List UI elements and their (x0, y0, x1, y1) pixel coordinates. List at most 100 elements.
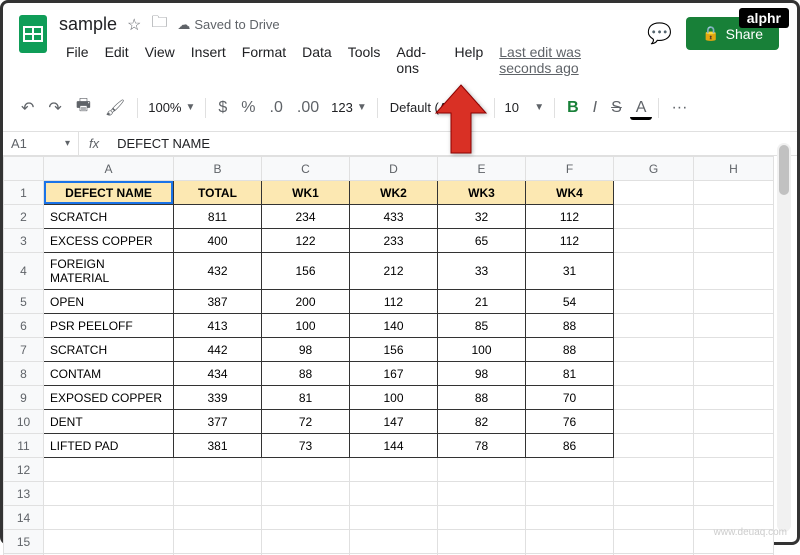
table-cell[interactable]: 442 (174, 338, 262, 362)
table-cell[interactable]: 400 (174, 229, 262, 253)
table-cell[interactable]: 212 (350, 253, 438, 290)
table-cell[interactable]: 433 (350, 205, 438, 229)
decrease-decimal-button[interactable]: .0 (264, 95, 289, 121)
column-header[interactable]: D (350, 157, 438, 181)
table-cell[interactable]: OPEN (44, 290, 174, 314)
cell[interactable] (694, 253, 774, 290)
table-cell[interactable]: 200 (262, 290, 350, 314)
cell[interactable] (614, 205, 694, 229)
cell[interactable] (262, 458, 350, 482)
row-header[interactable]: 4 (4, 253, 44, 290)
column-header[interactable]: G (614, 157, 694, 181)
table-cell[interactable]: 233 (350, 229, 438, 253)
formula-input[interactable]: DEFECT NAME (109, 132, 797, 155)
row-header[interactable]: 11 (4, 434, 44, 458)
table-cell[interactable]: 98 (438, 362, 526, 386)
zoom-select[interactable]: 100%▼ (144, 96, 199, 119)
scrollbar-thumb[interactable] (779, 145, 789, 195)
italic-button[interactable]: I (587, 95, 603, 121)
table-cell[interactable]: 167 (350, 362, 438, 386)
table-header-cell[interactable]: WK1 (262, 181, 350, 205)
print-button[interactable]: 🖶 (70, 90, 97, 125)
table-cell[interactable]: 86 (526, 434, 614, 458)
table-cell[interactable]: 144 (350, 434, 438, 458)
cell[interactable] (694, 410, 774, 434)
table-cell[interactable]: 112 (526, 205, 614, 229)
table-cell[interactable]: LIFTED PAD (44, 434, 174, 458)
menu-view[interactable]: View (138, 40, 182, 80)
column-header[interactable]: B (174, 157, 262, 181)
cell[interactable] (350, 530, 438, 554)
cell[interactable] (614, 482, 694, 506)
column-header[interactable]: E (438, 157, 526, 181)
table-header-cell[interactable]: DEFECT NAME (44, 181, 174, 205)
table-cell[interactable]: 100 (438, 338, 526, 362)
table-cell[interactable]: 76 (526, 410, 614, 434)
comments-icon[interactable]: 💬 (647, 21, 672, 46)
table-cell[interactable]: CONTAM (44, 362, 174, 386)
font-size-select[interactable]: 10 ▼ (501, 96, 549, 119)
table-header-cell[interactable]: WK3 (438, 181, 526, 205)
text-color-button[interactable]: A (630, 95, 653, 120)
table-cell[interactable]: 88 (262, 362, 350, 386)
cell[interactable] (694, 362, 774, 386)
cell[interactable] (694, 314, 774, 338)
row-header[interactable]: 7 (4, 338, 44, 362)
column-header[interactable]: C (262, 157, 350, 181)
table-cell[interactable]: 811 (174, 205, 262, 229)
document-title[interactable]: sample (59, 14, 117, 35)
table-cell[interactable]: 32 (438, 205, 526, 229)
row-header[interactable]: 2 (4, 205, 44, 229)
cell[interactable] (262, 530, 350, 554)
column-header[interactable]: H (694, 157, 774, 181)
row-header[interactable]: 6 (4, 314, 44, 338)
cell[interactable] (614, 530, 694, 554)
cell[interactable] (694, 205, 774, 229)
table-cell[interactable]: 65 (438, 229, 526, 253)
cell[interactable] (694, 181, 774, 205)
cell[interactable] (44, 506, 174, 530)
cell[interactable] (614, 410, 694, 434)
table-cell[interactable]: 33 (438, 253, 526, 290)
cell[interactable] (262, 506, 350, 530)
select-all-corner[interactable] (4, 157, 44, 181)
table-cell[interactable]: 413 (174, 314, 262, 338)
sheets-logo-icon[interactable] (15, 11, 51, 57)
table-cell[interactable]: 73 (262, 434, 350, 458)
table-cell[interactable]: 122 (262, 229, 350, 253)
cell[interactable] (262, 482, 350, 506)
last-edit-link[interactable]: Last edit was seconds ago (492, 40, 639, 80)
cell[interactable] (614, 434, 694, 458)
table-header-cell[interactable]: WK2 (350, 181, 438, 205)
menu-help[interactable]: Help (447, 40, 490, 80)
row-header[interactable]: 8 (4, 362, 44, 386)
cell[interactable] (438, 506, 526, 530)
row-header[interactable]: 3 (4, 229, 44, 253)
cell[interactable] (44, 530, 174, 554)
menu-format[interactable]: Format (235, 40, 293, 80)
row-header[interactable]: 15 (4, 530, 44, 554)
menu-file[interactable]: File (59, 40, 96, 80)
cell[interactable] (350, 506, 438, 530)
table-cell[interactable]: 156 (262, 253, 350, 290)
table-cell[interactable]: 432 (174, 253, 262, 290)
cell[interactable] (694, 434, 774, 458)
cell[interactable] (44, 482, 174, 506)
table-cell[interactable]: PSR PEELOFF (44, 314, 174, 338)
table-cell[interactable]: SCRATCH (44, 205, 174, 229)
table-cell[interactable]: DENT (44, 410, 174, 434)
table-cell[interactable]: EXCESS COPPER (44, 229, 174, 253)
cell[interactable] (438, 530, 526, 554)
cell[interactable] (694, 458, 774, 482)
row-header[interactable]: 1 (4, 181, 44, 205)
menu-tools[interactable]: Tools (341, 40, 388, 80)
table-cell[interactable]: 85 (438, 314, 526, 338)
cell[interactable] (350, 458, 438, 482)
table-cell[interactable]: 31 (526, 253, 614, 290)
move-icon[interactable]: 🗀 (151, 11, 167, 38)
table-cell[interactable]: 339 (174, 386, 262, 410)
table-cell[interactable]: 112 (350, 290, 438, 314)
increase-decimal-button[interactable]: .00 (291, 95, 325, 121)
table-cell[interactable]: FOREIGN MATERIAL (44, 253, 174, 290)
paint-format-button[interactable]: 🖌 (99, 94, 131, 122)
